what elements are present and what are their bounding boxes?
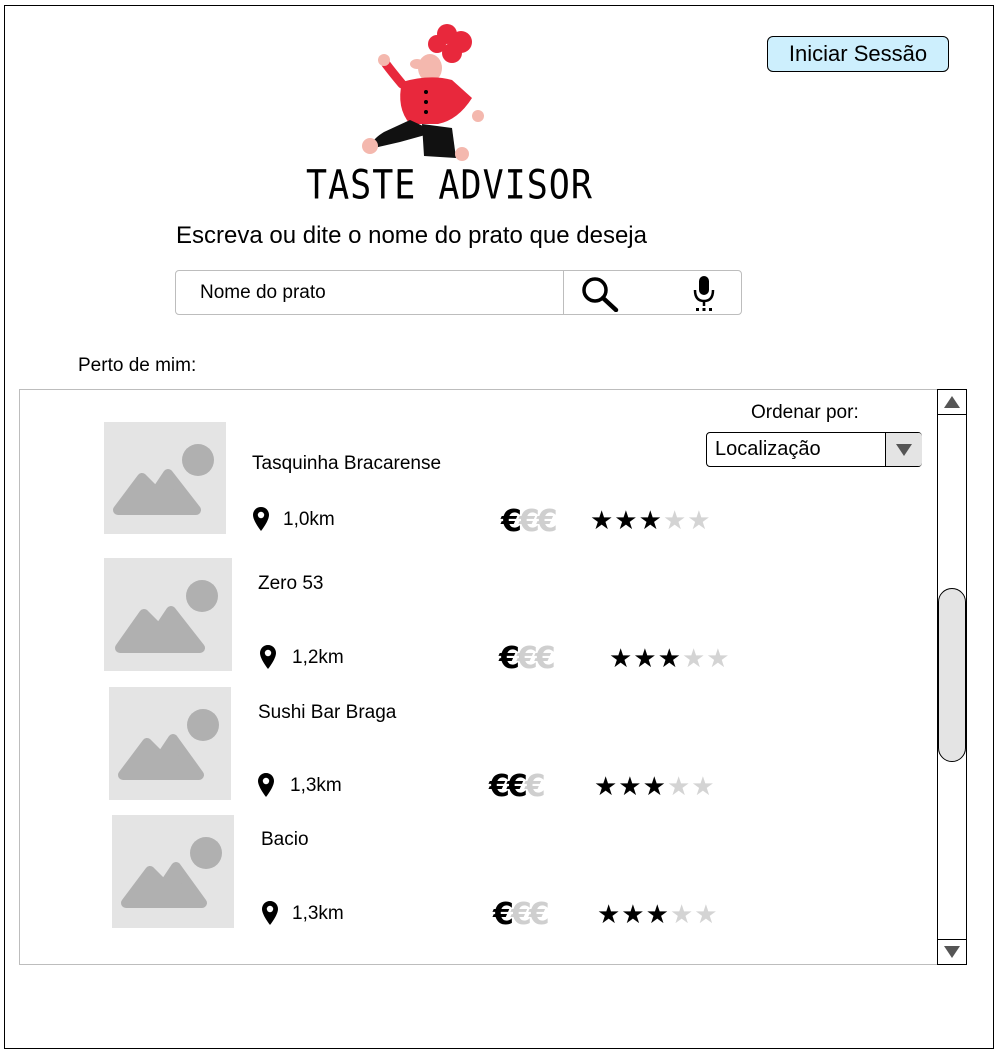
scroll-up-button[interactable] — [938, 390, 966, 415]
chef-logo-icon — [362, 24, 484, 161]
location-pin-icon — [260, 645, 276, 669]
search-input[interactable] — [177, 272, 562, 313]
restaurant-distance: 1,3km — [290, 775, 342, 796]
restaurant-name[interactable]: Tasquinha Bracarense — [252, 453, 441, 475]
arrow-down-icon — [944, 946, 960, 958]
restaurant-name[interactable]: Sushi Bar Braga — [258, 702, 396, 724]
search-divider — [563, 271, 564, 314]
sort-selected-value: Localização — [715, 438, 821, 460]
rating-stars: ★★★★★ — [594, 772, 716, 802]
chevron-down-icon — [896, 444, 912, 456]
restaurant-name[interactable]: Zero 53 — [258, 573, 323, 595]
price-level: €€€ — [493, 897, 550, 932]
price-level: €€€ — [501, 504, 558, 539]
price-level: €€€ — [489, 769, 546, 804]
arrow-up-icon — [944, 396, 960, 408]
image-placeholder-icon — [104, 422, 226, 534]
location-pin-icon — [262, 901, 278, 925]
restaurant-name[interactable]: Bacio — [261, 829, 309, 851]
rating-stars: ★★★★★ — [609, 644, 731, 674]
location-pin-icon — [253, 507, 269, 531]
list-scrollbar[interactable] — [937, 389, 967, 965]
search-prompt: Escreva ou dite o nome do prato que dese… — [176, 222, 647, 249]
location-pin-icon — [258, 773, 274, 797]
dropdown-toggle[interactable] — [885, 433, 922, 466]
restaurant-distance: 1,0km — [283, 509, 335, 530]
image-placeholder-icon — [112, 815, 234, 928]
search-bar — [175, 270, 742, 315]
rating-stars: ★★★★★ — [597, 900, 719, 930]
image-placeholder-icon — [109, 687, 231, 800]
microphone-icon[interactable] — [692, 275, 716, 313]
brand-title: TASTE ADVISOR — [306, 163, 593, 209]
search-icon[interactable] — [580, 276, 620, 312]
login-button[interactable]: Iniciar Sessão — [767, 36, 949, 72]
rating-stars: ★★★★★ — [590, 506, 712, 536]
scroll-thumb[interactable] — [938, 588, 966, 762]
image-placeholder-icon — [104, 558, 232, 671]
nearby-label: Perto de mim: — [78, 355, 197, 376]
scroll-down-button[interactable] — [938, 939, 966, 964]
price-level: €€€ — [499, 641, 556, 676]
sort-label: Ordenar por: — [751, 402, 859, 423]
restaurant-distance: 1,2km — [292, 647, 344, 668]
sort-dropdown[interactable]: Localização — [706, 432, 922, 467]
restaurant-distance: 1,3km — [292, 903, 344, 924]
